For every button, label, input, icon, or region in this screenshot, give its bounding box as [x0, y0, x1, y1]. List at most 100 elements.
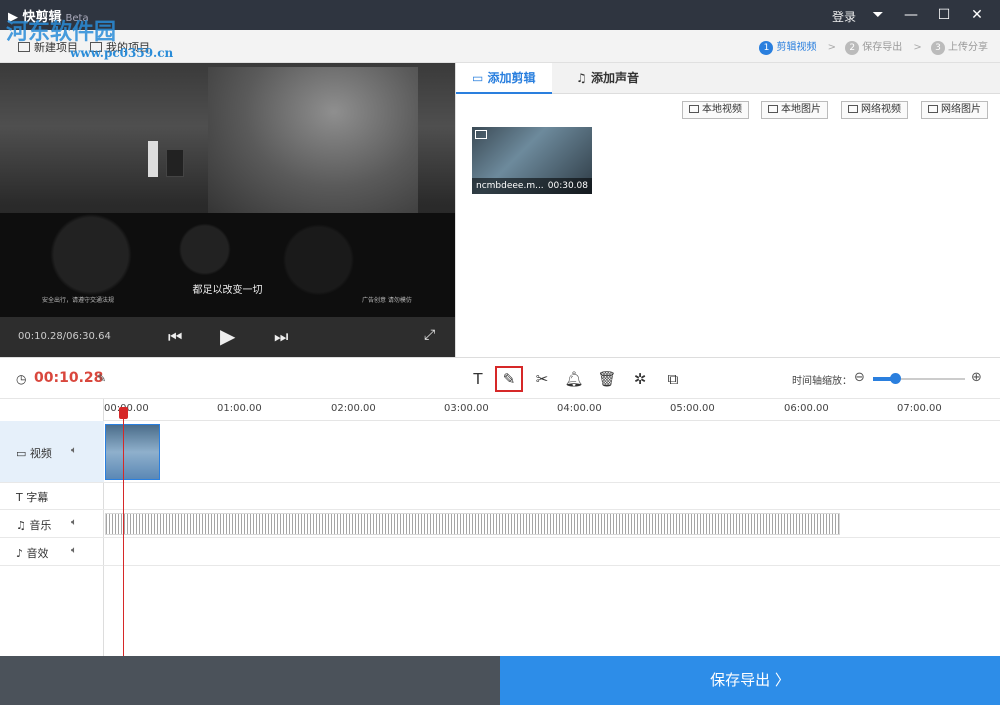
video-file-icon [689, 105, 699, 113]
pencil-icon[interactable]: ✎ [495, 366, 523, 392]
media-clip-thumbnail[interactable]: ncmbdeee.m... 00:30.08 [472, 127, 592, 194]
caption-right: 广告创意 请勿模仿 [362, 297, 412, 304]
chevron-right-icon: > [827, 42, 837, 53]
clip-info-bar: ncmbdeee.m... 00:30.08 [472, 178, 592, 194]
local-image-label: 本地图片 [781, 104, 821, 115]
step-label: 保存导出 [862, 42, 903, 53]
image-file-icon [768, 105, 778, 113]
effects-icon[interactable]: ✲ [626, 366, 654, 392]
caption-left: 安全出行，请遵守交通法规 [42, 297, 115, 304]
speaker [148, 141, 158, 177]
progress-steps: 1 剪辑视频 > 2 保存导出 > 3 上传分享 [753, 38, 988, 56]
edit-toolbar: ◷ 00:10.28 ✎ T ✎ ✂ 🔔︎ 🗑︎ ✲ ⧉ 时间轴缩放： ⊖ ⊕ [0, 357, 1000, 399]
menu-dropdown-icon[interactable]: ⏷ [867, 4, 889, 26]
step-number: 1 [759, 41, 774, 55]
web-image-button[interactable]: 网络图片 [921, 101, 988, 119]
clip-name: ncmbdeee.m... [476, 181, 544, 191]
timeline-video-clip[interactable] [105, 424, 160, 480]
volume-icon[interactable]: 🔈︎ [71, 545, 77, 556]
volume-icon[interactable]: 🔈︎ [71, 445, 77, 456]
minimize-button[interactable]: — [900, 4, 922, 26]
watermark-url: www.pc0359.cn [70, 46, 174, 60]
camera-icon: ▭ [472, 71, 488, 85]
clock-icon: ◷ [16, 372, 27, 386]
clip-duration: 00:30.08 [547, 181, 588, 191]
track-label: ♪ 音效 [16, 547, 49, 560]
play-icon[interactable]: ▶ [220, 324, 235, 348]
music-icon: ♫ [576, 71, 591, 85]
local-image-button[interactable]: 本地图片 [761, 101, 828, 119]
track-sfx[interactable] [104, 538, 1000, 566]
playhead-line [123, 407, 124, 656]
maximize-button[interactable]: ☐ [933, 4, 955, 26]
playback-time: 00:10.28/06:30.64 [18, 331, 111, 342]
step-share: 3 上传分享 [931, 38, 988, 55]
web-image-label: 网络图片 [941, 104, 981, 115]
sfx-track-label: 音效 [26, 547, 49, 560]
web-video-button[interactable]: 网络视频 [841, 101, 908, 119]
track-header-video[interactable]: ▭ 视频 🔈︎ [0, 421, 104, 483]
playhead-handle[interactable] [119, 407, 128, 419]
zoom-out-icon[interactable]: ⊖ [854, 370, 865, 385]
music-track-label: 音乐 [29, 519, 52, 532]
ruler-tick: 02:00.00 [331, 403, 376, 414]
tab-add-clip[interactable]: ▭ 添加剪辑 [456, 63, 552, 94]
track-label: T 字幕 [16, 491, 49, 504]
step-label: 上传分享 [948, 42, 988, 53]
track-video[interactable] [104, 421, 1000, 483]
music-waveform[interactable] [105, 513, 840, 535]
ruler-tick: 03:00.00 [444, 403, 489, 414]
web-video-label: 网络视频 [861, 104, 901, 115]
media-tabs: ▭ 添加剪辑 ♫ 添加声音 [456, 63, 1000, 94]
ruler-tick: 06:00.00 [784, 403, 829, 414]
timeline[interactable]: 00:00.00 01:00.00 02:00.00 03:00.00 04:0… [0, 399, 1000, 656]
track-header-sfx[interactable]: ♪ 音效 🔈︎ [0, 538, 104, 566]
track-header-subtitle[interactable]: T 字幕 [0, 483, 104, 510]
trash-icon[interactable]: 🗑︎ [593, 366, 621, 392]
login-button[interactable]: 登录 [832, 8, 856, 25]
camera-icon [475, 130, 487, 139]
video-subtitle: 都足以改变一切 [192, 285, 263, 296]
copy-icon[interactable]: ⧉ [659, 366, 687, 392]
video-preview[interactable]: 都足以改变一切 安全出行，请遵守交通法规 广告创意 请勿模仿 00:10.28/… [0, 63, 455, 357]
video-frame: 都足以改变一切 安全出行，请遵守交通法规 广告创意 请勿模仿 [0, 63, 455, 317]
current-time: 00:10.28 [34, 370, 104, 386]
step-label: 剪辑视频 [776, 42, 817, 53]
scissors-icon[interactable]: ✂ [528, 366, 556, 392]
local-video-label: 本地视频 [702, 104, 742, 115]
ruler-tick: 04:00.00 [557, 403, 602, 414]
web-video-icon [848, 105, 858, 113]
podium [166, 149, 184, 177]
media-panel: ▭ 添加剪辑 ♫ 添加声音 本地视频 本地图片 网络视频 网络图片 ncmbde… [455, 63, 1000, 357]
save-export-button[interactable]: 保存导出 〉 [500, 656, 1000, 705]
fullscreen-icon[interactable]: ⤢ [424, 327, 435, 343]
close-button[interactable]: ✕ [966, 4, 988, 26]
step-number: 3 [931, 41, 945, 55]
subtitle-track-label: 字幕 [26, 491, 49, 504]
footer-bar: 保存导出 〉 [0, 656, 1000, 705]
player-controls: 00:10.28/06:30.64 ⏮ ▶ ⏭ ⤢ [0, 317, 455, 357]
bell-icon[interactable]: 🔔︎ [560, 366, 588, 392]
zoom-in-icon[interactable]: ⊕ [971, 370, 982, 385]
text-icon[interactable]: T [464, 366, 492, 392]
step-export: 2 保存导出 [845, 38, 902, 55]
tab-add-audio-label: 添加声音 [590, 71, 639, 85]
track-subtitle[interactable] [104, 483, 1000, 510]
track-header-music[interactable]: ♫ 音乐 🔈︎ [0, 510, 104, 538]
zoom-slider-handle[interactable] [890, 373, 901, 384]
ruler-tick: 01:00.00 [217, 403, 262, 414]
tab-add-audio[interactable]: ♫ 添加声音 [560, 63, 655, 94]
time-ruler[interactable]: 00:00.00 01:00.00 02:00.00 03:00.00 04:0… [104, 399, 1000, 421]
skip-back-icon[interactable]: ⏮ [168, 327, 182, 347]
stage-screen [208, 67, 418, 217]
local-video-button[interactable]: 本地视频 [682, 101, 749, 119]
zoom-label: 时间轴缩放： [792, 376, 852, 387]
ruler-tick: 05:00.00 [670, 403, 715, 414]
edit-time-icon[interactable]: ✎ [97, 372, 106, 385]
skip-forward-icon[interactable]: ⏭ [274, 327, 288, 347]
step-number: 2 [845, 41, 860, 55]
watermark: 河东软件园 [6, 19, 117, 45]
track-label: ▭ 视频 [16, 447, 52, 460]
chevron-right-icon: > [913, 42, 922, 53]
volume-icon[interactable]: 🔈︎ [71, 517, 77, 528]
